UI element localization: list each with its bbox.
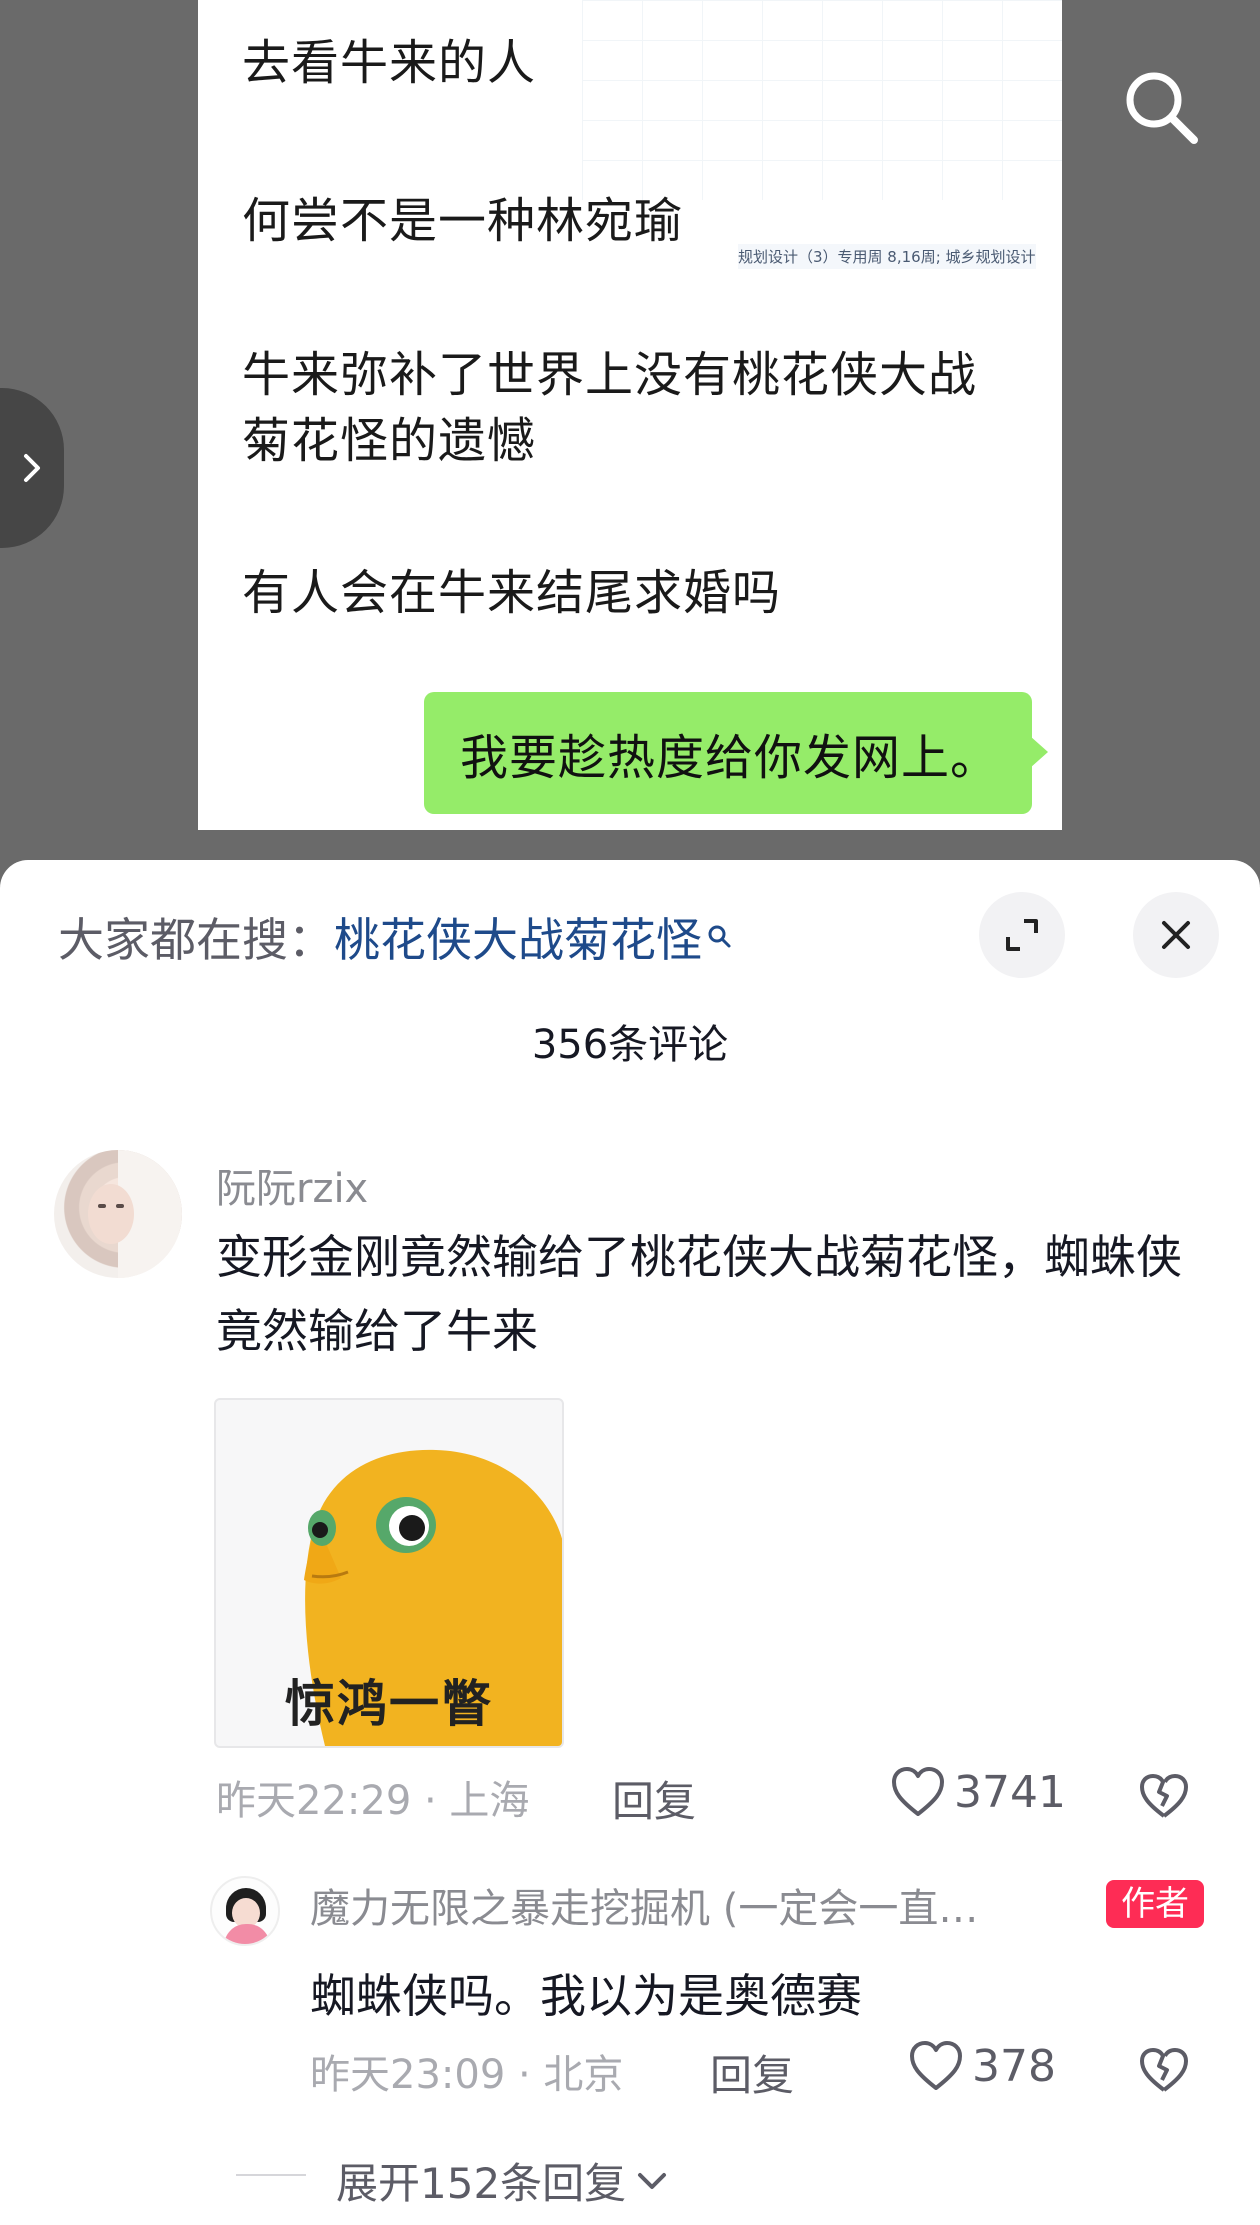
search-icon[interactable] [1118, 64, 1206, 152]
like-count: 378 [972, 2040, 1056, 2092]
comment-count: 356条评论 [531, 1022, 729, 1068]
reply-button[interactable]: 回复 [612, 1768, 696, 1829]
expand-button[interactable] [979, 892, 1065, 978]
heart-icon [892, 1767, 944, 1816]
dislike-button[interactable] [1138, 1772, 1190, 1824]
comment-text: 变形金刚竟然输给了桃花侠大战菊花怪，蜘蛛侠竟然输给了牛来 [216, 1230, 1182, 1358]
chat-message: 牛来弥补了世界上没有桃花侠大战 [242, 347, 978, 403]
expand-replies-label: 展开152条回复 [336, 2159, 627, 2208]
reply-text: 蜘蛛侠吗。我以为是奥德赛 [310, 1969, 862, 2023]
chat-message: 何尝不是一种林宛瑜 [242, 193, 684, 249]
avatar[interactable] [54, 1150, 182, 1278]
hot-search-label: 大家都在搜： [58, 913, 334, 967]
comments-sheet: 大家都在搜：桃花侠大战菊花怪 356条评论 阮阮rzix 变形金刚竟然输给了桃花… [0, 860, 1260, 2225]
chat-message: 有人会在牛来结尾求婚吗 [242, 565, 782, 621]
like-button[interactable]: 378 [908, 2040, 1056, 2092]
hot-search-term[interactable]: 桃花侠大战菊花怪 [334, 913, 702, 967]
comment-username[interactable]: 阮阮rzix [216, 1156, 368, 1214]
heart-icon [910, 2041, 962, 2090]
broken-heart-icon [1140, 1774, 1188, 1818]
like-button[interactable]: 3741 [890, 1766, 1066, 1818]
author-badge: 作者 [1106, 1880, 1204, 1928]
chat-message: 菊花怪的遗憾 [242, 413, 537, 469]
comment-sticker-image[interactable]: 惊鸿一瞥 [214, 1398, 564, 1748]
background-grid [582, 0, 1062, 200]
chat-screenshot: 规划设计（3）专用周 8,16周; 城乡规划设计 去看牛来的人 何尝不是一种林宛… [198, 0, 1062, 830]
divider [236, 2174, 306, 2176]
chevron-down-icon [638, 2172, 667, 2189]
chat-bubble-sent: 我要趁热度给你发网上。 [424, 692, 1048, 814]
comment-time-location: 昨天22:29 · 上海 [216, 1778, 530, 1824]
expand-replies-button[interactable]: 展开152条回复 [336, 2150, 670, 2211]
sticker-caption: 惊鸿一瞥 [285, 1675, 493, 1733]
broken-heart-icon [1140, 2048, 1188, 2092]
reply-button[interactable]: 回复 [710, 2042, 794, 2103]
reply-time-location: 昨天23:09 · 北京 [310, 2052, 624, 2098]
chat-message: 去看牛来的人 [242, 35, 537, 91]
bubble-text: 我要趁热度给你发网上。 [460, 730, 1000, 786]
side-panel-handle[interactable] [0, 388, 64, 548]
close-icon [1162, 921, 1190, 949]
like-count: 3741 [954, 1766, 1066, 1818]
background-strip-text: 规划设计（3）专用周 8,16周; 城乡规划设计 [738, 244, 1036, 269]
close-button[interactable] [1133, 892, 1219, 978]
video-player[interactable]: 规划设计（3）专用周 8,16周; 城乡规划设计 去看牛来的人 何尝不是一种林宛… [0, 0, 1260, 880]
dislike-button[interactable] [1138, 2046, 1190, 2098]
expand-icon [1006, 919, 1038, 951]
chevron-right-icon [24, 454, 40, 482]
avatar[interactable] [210, 1876, 280, 1946]
search-icon [706, 906, 732, 960]
reply-username[interactable]: 魔力无限之暴走挖掘机 (一定会一直… [310, 1876, 978, 1934]
hot-search-bar[interactable]: 大家都在搜：桃花侠大战菊花怪 [58, 904, 732, 970]
